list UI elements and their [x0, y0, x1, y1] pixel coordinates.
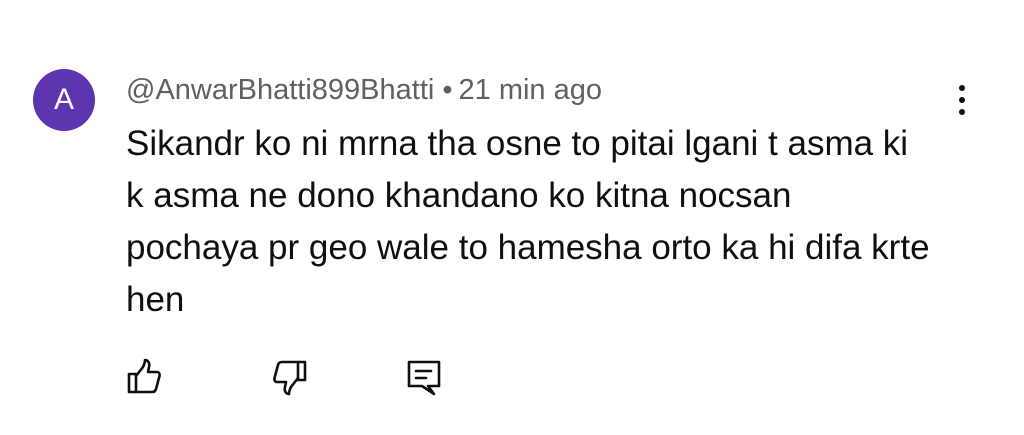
- comment-reply-icon: [407, 360, 441, 396]
- more-options-button[interactable]: [944, 80, 980, 120]
- separator-dot: •: [442, 74, 453, 106]
- avatar-letter: A: [53, 83, 74, 116]
- thumbs-up-icon: [127, 358, 161, 394]
- more-vert-icon: [959, 85, 965, 91]
- comment-header: @AnwarBhatti899Bhatti • 21 min ago: [126, 72, 602, 108]
- reply-button[interactable]: [402, 355, 446, 399]
- more-vert-icon-dot-3: [959, 109, 965, 115]
- comment-actions: [0, 355, 1024, 405]
- thumbs-down-icon: [273, 360, 307, 396]
- comment-text: Sikandr ko ni mrna tha osne to pitai lga…: [126, 124, 930, 319]
- like-button[interactable]: [122, 355, 166, 399]
- timestamp[interactable]: 21 min ago: [459, 74, 603, 106]
- more-vert-icon-dot-2: [959, 97, 965, 103]
- avatar[interactable]: A: [33, 69, 95, 131]
- author-handle[interactable]: @AnwarBhatti899Bhatti: [126, 74, 434, 106]
- comment-card: A @AnwarBhatti899Bhatti • 21 min ago Sikan…: [0, 0, 1024, 435]
- dislike-button[interactable]: [268, 355, 312, 399]
